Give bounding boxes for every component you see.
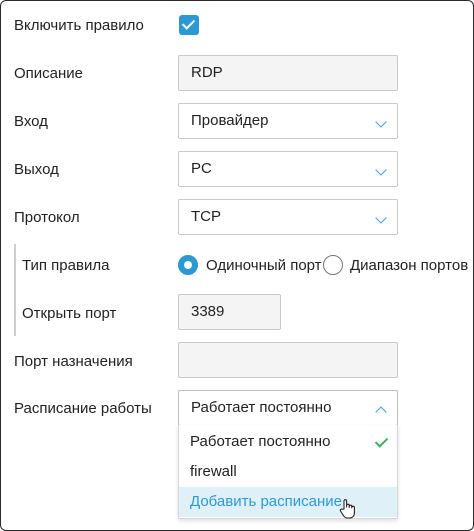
chevron-down-icon [375,212,387,224]
chevron-up-icon [375,406,387,418]
chevron-down-icon [375,116,387,128]
schedule-option-add[interactable]: Добавить расписание [179,487,397,517]
description-input[interactable]: RDP [178,55,398,91]
port-range-label[interactable]: Диапазон портов [350,257,468,274]
schedule-dropdown: Работает постоянно firewall Добавить рас… [178,425,398,519]
protocol-label: Протокол [14,209,80,226]
dest-port-input[interactable] [178,342,398,378]
schedule-option-label: Работает постоянно [190,433,331,450]
input-select-value: Провайдер [191,112,269,129]
checkmark-icon [374,434,389,448]
single-port-label[interactable]: Одиночный порт [206,257,322,274]
open-port-input[interactable]: 3389 [178,294,281,330]
enable-rule-checkbox[interactable] [179,15,199,35]
output-select-value: PC [191,160,212,177]
protocol-select-value: TCP [191,208,221,225]
port-range-radio[interactable] [323,255,343,275]
enable-rule-label: Включить правило [14,17,144,34]
schedule-label: Расписание работы [14,400,152,417]
output-label: Выход [14,161,59,178]
schedule-option-label: firewall [190,463,237,480]
protocol-select[interactable]: TCP [178,199,398,235]
dest-port-label: Порт назначения [14,353,133,370]
schedule-select[interactable]: Работает постоянно [178,390,398,426]
rule-type-label: Тип правила [22,257,110,274]
chevron-down-icon [375,164,387,176]
checkmark-icon [181,16,196,30]
input-select[interactable]: Провайдер [178,103,398,139]
schedule-option-firewall[interactable]: firewall [179,457,397,487]
hand-cursor-icon [339,499,355,519]
group-indicator [14,244,16,336]
output-select[interactable]: PC [178,151,398,187]
description-label: Описание [14,65,84,82]
single-port-radio[interactable] [178,255,198,275]
open-port-label: Открыть порт [22,305,117,322]
schedule-select-value: Работает постоянно [191,399,332,416]
input-label: Вход [14,113,48,130]
schedule-option-always[interactable]: Работает постоянно [179,427,397,457]
schedule-option-label: Добавить расписание [190,493,342,510]
